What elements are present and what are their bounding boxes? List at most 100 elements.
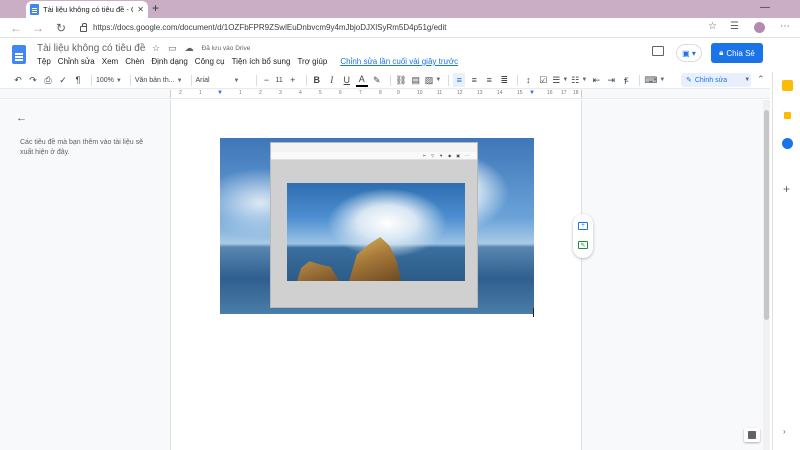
- reload-icon[interactable]: ↻: [56, 21, 66, 35]
- minimize-button[interactable]: —: [760, 2, 770, 13]
- ruler-number: 12: [457, 90, 463, 96]
- increase-indent-icon[interactable]: ⇥: [605, 73, 617, 87]
- font-size-field[interactable]: 11: [276, 77, 283, 84]
- zoom-value: 100%: [96, 76, 114, 84]
- caret-down-icon: ▼: [176, 77, 183, 84]
- underline-icon[interactable]: U: [341, 73, 353, 87]
- editing-mode-select[interactable]: ✎ Chỉnh sửa ▼: [681, 73, 751, 87]
- increase-font-size-icon[interactable]: +: [287, 73, 299, 87]
- explore-button[interactable]: [744, 428, 760, 442]
- keep-icon[interactable]: [782, 110, 793, 121]
- collapse-menus-icon[interactable]: ⌃: [757, 74, 765, 85]
- tab-close-icon[interactable]: ✕: [137, 5, 144, 14]
- text-color-icon[interactable]: A: [355, 73, 368, 87]
- url-field[interactable]: https://docs.google.com/document/d/1OZFb…: [80, 20, 700, 35]
- caret-down-icon: ▼: [562, 77, 569, 83]
- ruler-number: 15: [517, 90, 523, 96]
- vertical-scrollbar[interactable]: [763, 100, 770, 450]
- collections-icon[interactable]: ☰: [730, 21, 739, 32]
- comment-history-icon[interactable]: [652, 46, 664, 56]
- align-justify-icon[interactable]: ≣: [498, 73, 510, 87]
- caret-down-icon: ▼: [115, 77, 122, 84]
- last-edit-link[interactable]: Chỉnh sửa lần cuối vài giây trước: [340, 57, 458, 66]
- font-select[interactable]: Arial ▼: [196, 77, 248, 84]
- italic-icon[interactable]: I: [326, 73, 338, 87]
- style-value: Văn bản th...: [134, 76, 175, 84]
- paint-format-icon[interactable]: ¶: [72, 73, 84, 87]
- ruler-number: 3: [279, 90, 282, 96]
- tasks-icon[interactable]: [782, 138, 793, 149]
- ruler-number: 14: [497, 90, 503, 96]
- menu-bar: Tệp Chỉnh sửa Xem Chèn Định dạng Công cụ…: [37, 57, 458, 66]
- menu-format[interactable]: Định dạng: [151, 57, 187, 66]
- add-comment-icon[interactable]: ▤: [410, 73, 422, 87]
- docs-logo-icon[interactable]: [12, 45, 26, 64]
- ruler-number: 18: [573, 90, 579, 96]
- align-center-icon[interactable]: ≡: [468, 73, 480, 87]
- spellcheck-icon[interactable]: ✓: [57, 73, 69, 87]
- line-spacing-icon[interactable]: ↕: [522, 73, 534, 87]
- print-icon[interactable]: ⎙: [42, 73, 54, 87]
- menu-view[interactable]: Xem: [102, 57, 118, 66]
- decrease-font-size-icon[interactable]: −: [261, 73, 273, 87]
- embedded-landscape-image: [287, 183, 465, 281]
- add-addon-icon[interactable]: +: [783, 182, 790, 196]
- indent-marker-icon[interactable]: ▼: [217, 90, 223, 96]
- more-menu-icon[interactable]: ⋯: [780, 21, 790, 32]
- menu-help[interactable]: Trợ giúp: [297, 57, 327, 66]
- redo-icon[interactable]: ↷: [27, 73, 39, 87]
- pencil-icon: ✎: [686, 77, 692, 84]
- bulleted-list-icon[interactable]: ☰ ▼: [552, 73, 568, 87]
- profile-avatar[interactable]: [754, 22, 765, 33]
- image-rock: [297, 261, 339, 281]
- undo-icon[interactable]: ↶: [12, 73, 24, 87]
- toolbar-divider: [639, 74, 641, 86]
- embedded-tool-icon: ◆: [448, 153, 452, 158]
- insert-image-icon[interactable]: ▨ ▼: [425, 73, 441, 87]
- align-left-icon[interactable]: ≡: [453, 73, 466, 87]
- input-tools-icon[interactable]: ⌨ ▼: [644, 73, 665, 87]
- meet-button[interactable]: ▣ ▾: [676, 44, 702, 62]
- move-folder-icon[interactable]: ▭: [168, 43, 177, 54]
- highlight-icon[interactable]: ✎: [371, 73, 383, 87]
- outline-back-arrow-icon[interactable]: ←: [16, 112, 27, 124]
- document-title[interactable]: Tài liệu không có tiêu đề: [37, 43, 145, 54]
- menu-tools[interactable]: Công cụ: [195, 57, 225, 66]
- star-icon[interactable]: ☆: [152, 43, 160, 54]
- caret-down-icon: ▼: [581, 77, 588, 83]
- outline-placeholder: Các tiêu đề mà bạn thêm vào tài liệu sẽ …: [20, 139, 143, 156]
- toolbar-divider: [305, 74, 307, 86]
- toolbar-divider: [448, 74, 450, 86]
- share-button[interactable]: 🔒︎ Chia Sẻ: [711, 43, 763, 63]
- decrease-indent-icon[interactable]: ⇤: [590, 73, 602, 87]
- meet-icon: ▣ ▾: [682, 48, 696, 58]
- bold-icon[interactable]: B: [311, 73, 323, 87]
- browser-tab[interactable]: Tài liệu không có tiêu đề - Goog ✕: [26, 1, 148, 18]
- zoom-select[interactable]: 100% ▼: [96, 77, 122, 84]
- numbered-list-icon[interactable]: ☷ ▼: [571, 73, 587, 87]
- scrollbar-thumb[interactable]: [764, 110, 769, 320]
- caret-down-icon: ▼: [435, 77, 442, 83]
- right-indent-marker-icon[interactable]: ▼: [529, 90, 535, 96]
- back-arrow-icon[interactable]: ←: [10, 21, 22, 35]
- new-tab-button[interactable]: +: [152, 1, 159, 15]
- add-comment-icon[interactable]: +: [578, 222, 588, 230]
- clear-formatting-icon[interactable]: Ꞙ: [620, 73, 632, 87]
- embedded-tool-icon: ✂: [422, 153, 427, 158]
- saved-status: Đã lưu vào Drive: [201, 45, 251, 52]
- menu-edit[interactable]: Chỉnh sửa: [58, 57, 95, 66]
- link-icon[interactable]: ⛓: [395, 73, 407, 87]
- style-select[interactable]: Văn bản th... ▼: [135, 77, 183, 84]
- hide-panel-icon[interactable]: ›: [783, 427, 786, 436]
- align-right-icon[interactable]: ≡: [483, 73, 495, 87]
- suggest-edit-icon[interactable]: ✎: [578, 241, 588, 249]
- forward-arrow-icon[interactable]: →: [32, 21, 44, 35]
- calendar-icon[interactable]: [782, 80, 793, 91]
- menu-insert[interactable]: Chèn: [125, 57, 144, 66]
- docs-favicon-icon: [30, 4, 39, 15]
- title-actions: ☆ ▭ ☁ Đã lưu vào Drive: [152, 43, 250, 54]
- menu-file[interactable]: Tệp: [37, 57, 51, 66]
- checklist-icon[interactable]: ☑: [537, 73, 549, 87]
- star-icon[interactable]: ☆: [708, 21, 717, 32]
- menu-addons[interactable]: Tiện ích bổ sung: [232, 57, 291, 66]
